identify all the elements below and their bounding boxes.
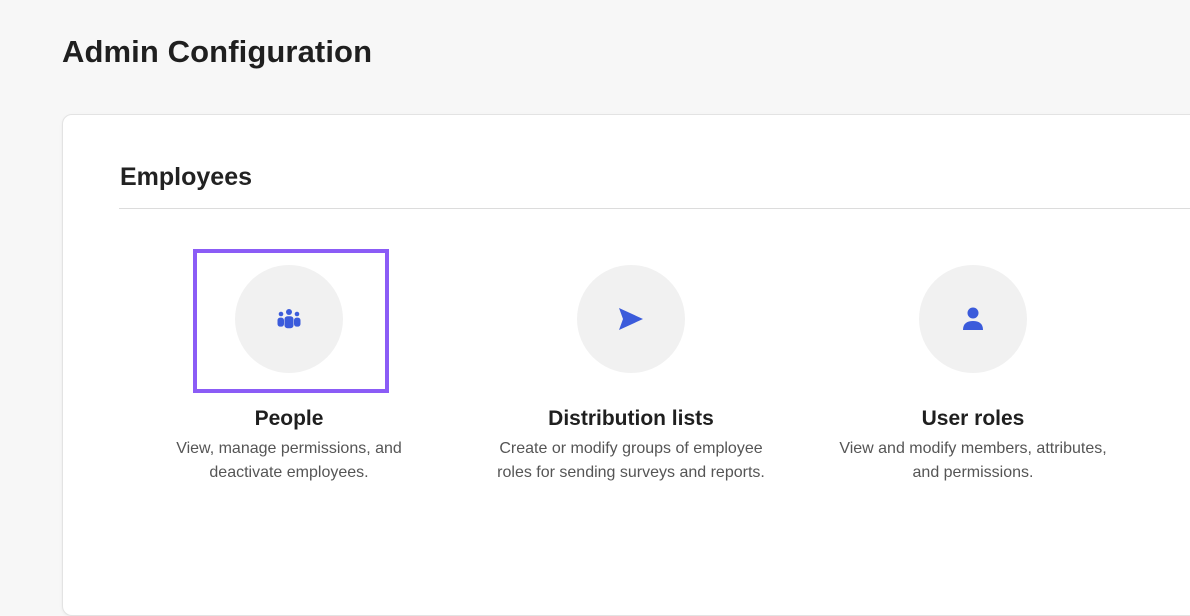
distribution-lists-card[interactable]: Distribution lists Create or modify grou…: [471, 265, 791, 485]
selection-highlight: [193, 249, 389, 393]
user-icon: [962, 306, 984, 332]
people-card[interactable]: People View, manage permissions, and dea…: [129, 249, 449, 485]
page-title: Admin Configuration: [62, 34, 373, 69]
distribution-lists-icon-circle[interactable]: [577, 265, 685, 373]
section-title: Employees: [120, 163, 253, 191]
employees-panel: Employees People View, manage permission…: [62, 114, 1190, 616]
user-roles-card-description: View and modify members, attributes, and…: [839, 440, 1107, 481]
distribution-lists-card-description: Create or modify groups of employee role…: [497, 440, 765, 481]
distribution-lists-card-title: Distribution lists: [548, 407, 714, 430]
paper-plane-send-icon: [617, 306, 645, 332]
people-card-description: View, manage permissions, and deactivate…: [176, 440, 402, 481]
user-roles-card-title: User roles: [921, 407, 1025, 430]
user-roles-card[interactable]: User roles View and modify members, attr…: [813, 265, 1133, 485]
section-divider: [119, 208, 1190, 209]
user-roles-icon-circle[interactable]: [919, 265, 1027, 373]
people-card-title: People: [254, 407, 324, 430]
